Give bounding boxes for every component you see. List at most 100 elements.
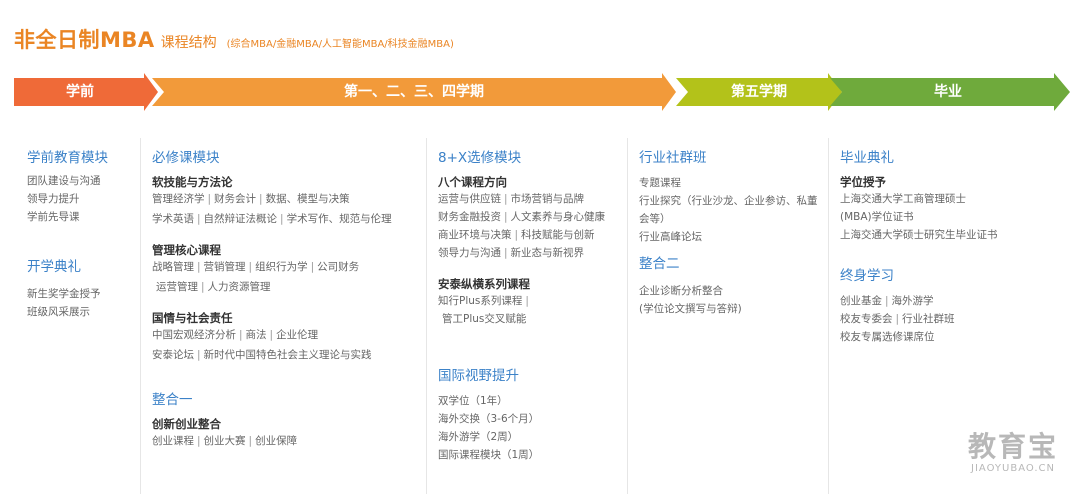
module-lifelong-learning-title: 终身学习	[840, 268, 894, 284]
column-electives: 8+X选修模块 八个课程方向 运营与供应链 | 市场营销与品牌 财务金融投资 | 人文素…	[438, 128, 624, 494]
course-item: 营销管理	[203, 261, 246, 273]
column-divider	[426, 138, 427, 494]
course-item: 企业伦理	[276, 329, 319, 341]
module-international-title: 国际视野提升	[438, 368, 519, 384]
course-item: 人力资源管理	[207, 281, 271, 293]
list-item: 新生奖学金授予	[27, 288, 101, 300]
list-item: 行业高峰论坛	[639, 231, 702, 243]
module-industry-class-title: 行业社群班	[639, 150, 707, 166]
course-item: 领导力与沟通	[438, 247, 501, 259]
list-item: 海外游学（2周）	[438, 431, 519, 443]
stage-label-pre: 学前	[66, 84, 94, 100]
course-item: 新业态与新视界	[510, 247, 585, 259]
course-row: 运营管理 | 人力资源管理	[156, 281, 271, 293]
course-item: 财务会计	[214, 193, 257, 205]
subgroup-antai-series-title: 安泰纵横系列课程	[438, 277, 530, 291]
course-item: 科技赋能与创新	[521, 229, 595, 241]
stage-timeline: 学前 第一、二、三、四学期 第五学期 毕业	[14, 73, 1074, 111]
course-row: 校友专委会 | 行业社群班	[840, 313, 955, 325]
course-item: 人文素养与身心健康	[510, 211, 606, 223]
course-item: 创业保障	[255, 435, 298, 447]
course-item: 财务金融投资	[438, 211, 501, 223]
stage-label-semesters: 第一、二、三、四学期	[344, 84, 484, 100]
watermark-text: 教育宝	[967, 430, 1058, 463]
subgroup-national-title: 国情与社会责任	[152, 311, 233, 325]
course-item: 创业课程	[152, 435, 194, 447]
list-item: 团队建设与沟通	[27, 175, 101, 187]
column-required: 必修课模块 软技能与方法论 管理经济学 | 财务会计 | 数据、模型与决策 学术英语 | 自…	[152, 128, 424, 494]
course-row: 战略管理 | 营销管理 | 组织行为学 | 公司财务	[152, 261, 360, 273]
course-item: 商业环境与决策	[438, 229, 512, 241]
course-row: 领导力与沟通 | 新业态与新视界	[438, 247, 585, 259]
subgroup-core-title: 管理核心课程	[152, 243, 221, 257]
course-item: 商法	[245, 329, 267, 341]
course-row: 安泰论坛 | 新时代中国特色社会主义理论与实践	[152, 349, 372, 361]
list-item: 双学位（1年）	[438, 395, 508, 407]
course-row: 管工Plus交叉赋能	[438, 310, 624, 328]
page-header: 非全日制MBA 课程结构 (综合MBA/金融MBA/人工智能MBA/科技金融MB…	[14, 24, 454, 54]
list-item: 领导力提升	[27, 193, 80, 205]
list-item: 国际课程模块（1周）	[438, 449, 540, 461]
course-item: 组织行为学	[255, 261, 308, 273]
module-electives-title: 8+X选修模块	[438, 150, 522, 166]
course-item: 新时代中国特色社会主义理论与实践	[203, 349, 372, 361]
course-item: 海外游学	[891, 295, 934, 307]
list-item: (学位论文撰写与答辩)	[639, 303, 742, 315]
course-item: 管工Plus交叉赋能	[442, 313, 527, 325]
course-item: 运营管理	[156, 281, 198, 293]
module-integration-one-title: 整合一	[152, 392, 193, 408]
list-item: 学前先导课	[27, 211, 80, 223]
column-divider	[140, 138, 141, 494]
module-integration-two-title: 整合二	[639, 256, 680, 272]
course-row: 商业环境与决策 | 科技赋能与创新	[438, 229, 595, 241]
course-row: 中国宏观经济分析 | 商法 | 企业伦理	[152, 329, 319, 341]
list-item: 企业诊断分析整合	[639, 285, 723, 297]
course-item: 战略管理	[152, 261, 194, 273]
stage-label-graduation: 毕业	[934, 84, 962, 100]
subgroup-soft-skills-title: 软技能与方法论	[152, 175, 233, 189]
course-item: 管理经济学	[152, 193, 205, 205]
course-item: 中国宏观经济分析	[152, 329, 236, 341]
course-row: 学术英语 | 自然辩证法概论 | 学术写作、规范与伦理	[152, 213, 392, 225]
module-pre-education-title: 学前教育模块	[27, 150, 108, 166]
list-item: 上海交通大学工商管理硕士	[840, 193, 966, 205]
subgroup-eight-directions-title: 八个课程方向	[438, 175, 507, 189]
course-row: 运营与供应链 | 市场营销与品牌	[438, 193, 585, 205]
column-pre: 学前教育模块 团队建设与沟通 领导力提升 学前先导课 开学典礼 新生奖学金授予 …	[27, 128, 137, 494]
program-list-note: (综合MBA/金融MBA/人工智能MBA/科技金融MBA)	[226, 39, 454, 50]
subgroup-degree-title: 学位授予	[840, 175, 886, 189]
course-item: 市场营销与品牌	[510, 193, 585, 205]
subgroup-entrepreneurship-title: 创新创业整合	[152, 417, 221, 431]
column-divider	[627, 138, 628, 494]
course-item: 公司财务	[317, 261, 360, 273]
list-item: 班级风采展示	[27, 306, 90, 318]
course-item: 学术英语	[152, 213, 194, 225]
column-divider	[828, 138, 829, 494]
course-row: 创业课程 | 创业大赛 | 创业保障	[152, 435, 298, 447]
module-required-title: 必修课模块	[152, 150, 220, 166]
module-opening-ceremony-title: 开学典礼	[27, 259, 81, 275]
page-subtitle: 课程结构	[160, 35, 217, 51]
course-item: 创业基金	[840, 295, 882, 307]
module-graduation-ceremony-title: 毕业典礼	[840, 150, 894, 166]
list-item: 行业探究（行业沙龙、企业参访、私董	[639, 195, 818, 207]
course-item: 行业社群班	[902, 313, 955, 325]
list-item: 上海交通大学硕士研究生毕业证书	[840, 229, 998, 241]
course-row: 创业基金 | 海外游学	[840, 295, 934, 307]
course-row: 管理经济学 | 财务会计 | 数据、模型与决策	[152, 193, 350, 205]
course-item: 运营与供应链	[438, 193, 501, 205]
course-item: 学术写作、规范与伦理	[286, 213, 392, 225]
course-item: 自然辩证法概论	[203, 213, 278, 225]
course-item: 校友专委会	[840, 313, 893, 325]
course-row: 财务金融投资 | 人文素养与身心健康	[438, 211, 606, 223]
course-item: 安泰论坛	[152, 349, 194, 361]
page-title: 非全日制MBA	[14, 28, 155, 52]
column-fifth-semester: 行业社群班 专题课程 行业探究（行业沙龙、企业参访、私董 会等） 行业高峰论坛 …	[639, 128, 825, 494]
stage-label-fifth: 第五学期	[731, 84, 787, 100]
list-item: 会等）	[639, 213, 671, 225]
list-item: 校友专属选修课席位	[840, 331, 935, 343]
list-item: 专题课程	[639, 177, 681, 189]
list-item: (MBA)学位证书	[840, 211, 914, 223]
course-item: 创业大赛	[203, 435, 246, 447]
watermark-domain: JIAOYUBAO.CN	[971, 463, 1055, 474]
